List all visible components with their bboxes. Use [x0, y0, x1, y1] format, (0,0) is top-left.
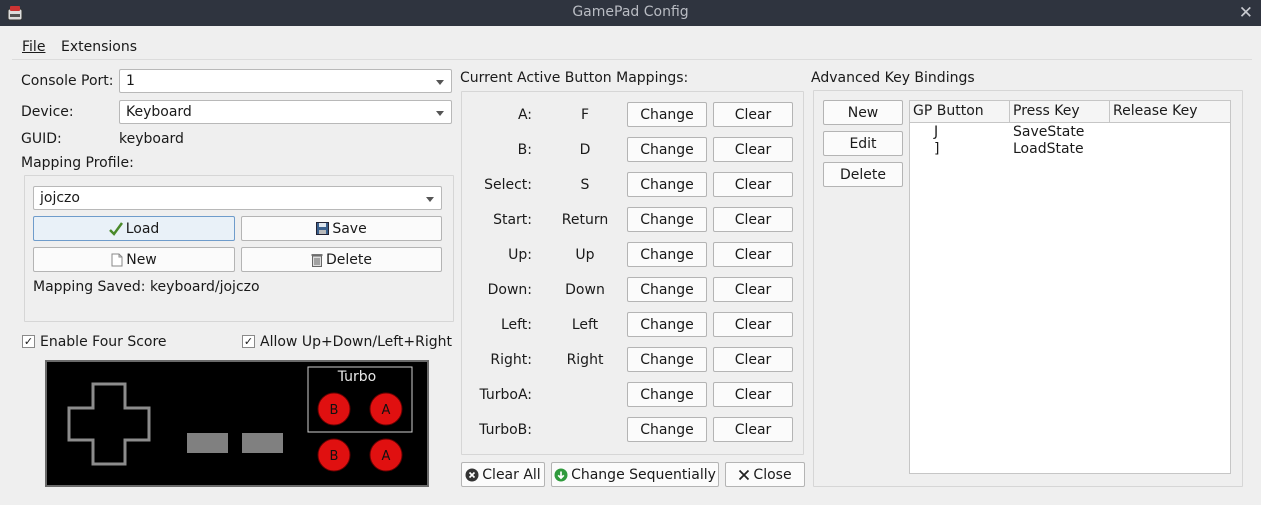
- turbo-label: Turbo: [337, 369, 377, 385]
- column-header-press-key[interactable]: Press Key: [1010, 101, 1110, 123]
- column-header-release-key[interactable]: Release Key: [1110, 101, 1230, 123]
- allow-directions-checkbox[interactable]: ✓: [242, 335, 255, 348]
- mapping-label: A:: [517, 107, 532, 123]
- chevron-down-icon: [436, 111, 444, 116]
- clear-button[interactable]: Clear: [713, 137, 793, 162]
- new-document-icon: [111, 253, 123, 266]
- save-button[interactable]: Save: [241, 216, 442, 241]
- change-button[interactable]: Change: [627, 242, 707, 267]
- console-port-label: Console Port:: [21, 73, 114, 89]
- clear-button[interactable]: Clear: [713, 382, 793, 407]
- clear-button[interactable]: Clear: [713, 277, 793, 302]
- change-button[interactable]: Change: [627, 277, 707, 302]
- change-button[interactable]: Change: [627, 207, 707, 232]
- change-button[interactable]: Change: [627, 347, 707, 372]
- clear-button[interactable]: Clear: [713, 312, 793, 337]
- profile-select[interactable]: jojczo: [33, 186, 442, 210]
- mapping-label: TurboB:: [479, 422, 532, 438]
- advanced-new-button[interactable]: New: [823, 100, 903, 125]
- delete-profile-button[interactable]: Delete: [241, 247, 442, 272]
- trash-icon: [311, 253, 323, 267]
- menu-file[interactable]: File: [22, 39, 45, 55]
- new-profile-button[interactable]: New: [33, 247, 235, 272]
- clear-circle-icon: [465, 468, 479, 481]
- arrow-circle-icon: [554, 468, 568, 481]
- close-button[interactable]: Close: [725, 462, 805, 487]
- device-select[interactable]: Keyboard: [119, 100, 452, 124]
- checkmark-icon: [108, 221, 123, 236]
- advanced-edit-button[interactable]: Edit: [823, 131, 903, 156]
- close-icon[interactable]: ✕: [1239, 3, 1253, 23]
- cell-press-key: LoadState: [1013, 141, 1084, 157]
- clear-button[interactable]: Clear: [713, 347, 793, 372]
- title-bar: GamePad Config ✕: [0, 0, 1261, 26]
- change-button[interactable]: Change: [627, 137, 707, 162]
- advanced-delete-button[interactable]: Delete: [823, 162, 903, 187]
- gamepad-config-window: GamePad Config ✕ File Extensions Console…: [0, 0, 1261, 505]
- change-button[interactable]: Change: [627, 382, 707, 407]
- mapping-key: Up: [575, 247, 595, 263]
- mapping-label: Start:: [493, 212, 532, 228]
- advanced-title: Advanced Key Bindings: [811, 70, 975, 86]
- menu-bar: File Extensions: [0, 26, 1261, 60]
- mapping-key: S: [580, 177, 590, 193]
- console-port-select[interactable]: 1: [119, 69, 452, 93]
- chevron-down-icon: [436, 80, 444, 85]
- floppy-disk-icon: [316, 222, 330, 235]
- clear-all-button[interactable]: Clear All: [461, 462, 545, 487]
- four-score-checkbox[interactable]: ✓: [22, 335, 35, 348]
- change-button[interactable]: Change: [627, 102, 707, 127]
- cell-gp-button: ]: [934, 141, 940, 157]
- four-score-label: Enable Four Score: [40, 334, 167, 350]
- device-label: Device:: [21, 104, 74, 120]
- clear-button[interactable]: Clear: [713, 417, 793, 442]
- mapping-status-text: Mapping Saved: keyboard/jojczo: [33, 279, 260, 295]
- change-sequentially-button[interactable]: Change Sequentially: [551, 462, 719, 487]
- clear-button[interactable]: Clear: [713, 207, 793, 232]
- cell-press-key: SaveState: [1013, 124, 1085, 140]
- svg-text:B: B: [330, 403, 339, 418]
- window-title: GamePad Config: [572, 4, 689, 20]
- clear-button[interactable]: Clear: [713, 172, 793, 197]
- mapping-label: Select:: [484, 177, 532, 193]
- chevron-down-icon: [426, 197, 434, 202]
- mapping-label: Up:: [508, 247, 532, 263]
- mapping-label: Down:: [487, 282, 532, 298]
- menu-divider: [12, 59, 1252, 60]
- mapping-label: TurboA:: [479, 387, 532, 403]
- clear-button[interactable]: Clear: [713, 242, 793, 267]
- change-button[interactable]: Change: [627, 172, 707, 197]
- controller-diagram: Turbo B A B A: [45, 360, 429, 487]
- select-button-shape: [187, 433, 228, 453]
- mapping-label: Left:: [500, 317, 532, 333]
- svg-text:B: B: [330, 449, 339, 464]
- clear-button[interactable]: Clear: [713, 102, 793, 127]
- mapping-profile-label: Mapping Profile:: [21, 155, 134, 171]
- guid-value: keyboard: [119, 131, 184, 147]
- change-button[interactable]: Change: [627, 312, 707, 337]
- mapping-key: Return: [561, 212, 609, 228]
- svg-text:A: A: [382, 403, 391, 418]
- mapping-key: Left: [571, 317, 599, 333]
- load-button[interactable]: Load: [33, 216, 235, 241]
- key-bindings-table[interactable]: GP Button Press Key Release Key J SaveSt…: [909, 100, 1231, 474]
- close-x-icon: [739, 469, 750, 480]
- column-header-gp-button[interactable]: GP Button: [910, 101, 1010, 123]
- allow-directions-label: Allow Up+Down/Left+Right: [260, 334, 453, 350]
- change-button[interactable]: Change: [627, 417, 707, 442]
- mapping-key: D: [579, 142, 591, 158]
- svg-text:A: A: [382, 449, 391, 464]
- mapping-label: B:: [517, 142, 532, 158]
- mapping-label: Right:: [490, 352, 532, 368]
- mapping-key: Right: [566, 352, 604, 368]
- guid-label: GUID:: [21, 131, 62, 147]
- mapping-key: Down: [565, 282, 605, 298]
- menu-extensions[interactable]: Extensions: [61, 39, 137, 55]
- start-button-shape: [242, 433, 283, 453]
- cell-gp-button: J: [934, 124, 939, 140]
- mapping-key: F: [580, 107, 590, 123]
- mappings-title: Current Active Button Mappings:: [460, 70, 689, 86]
